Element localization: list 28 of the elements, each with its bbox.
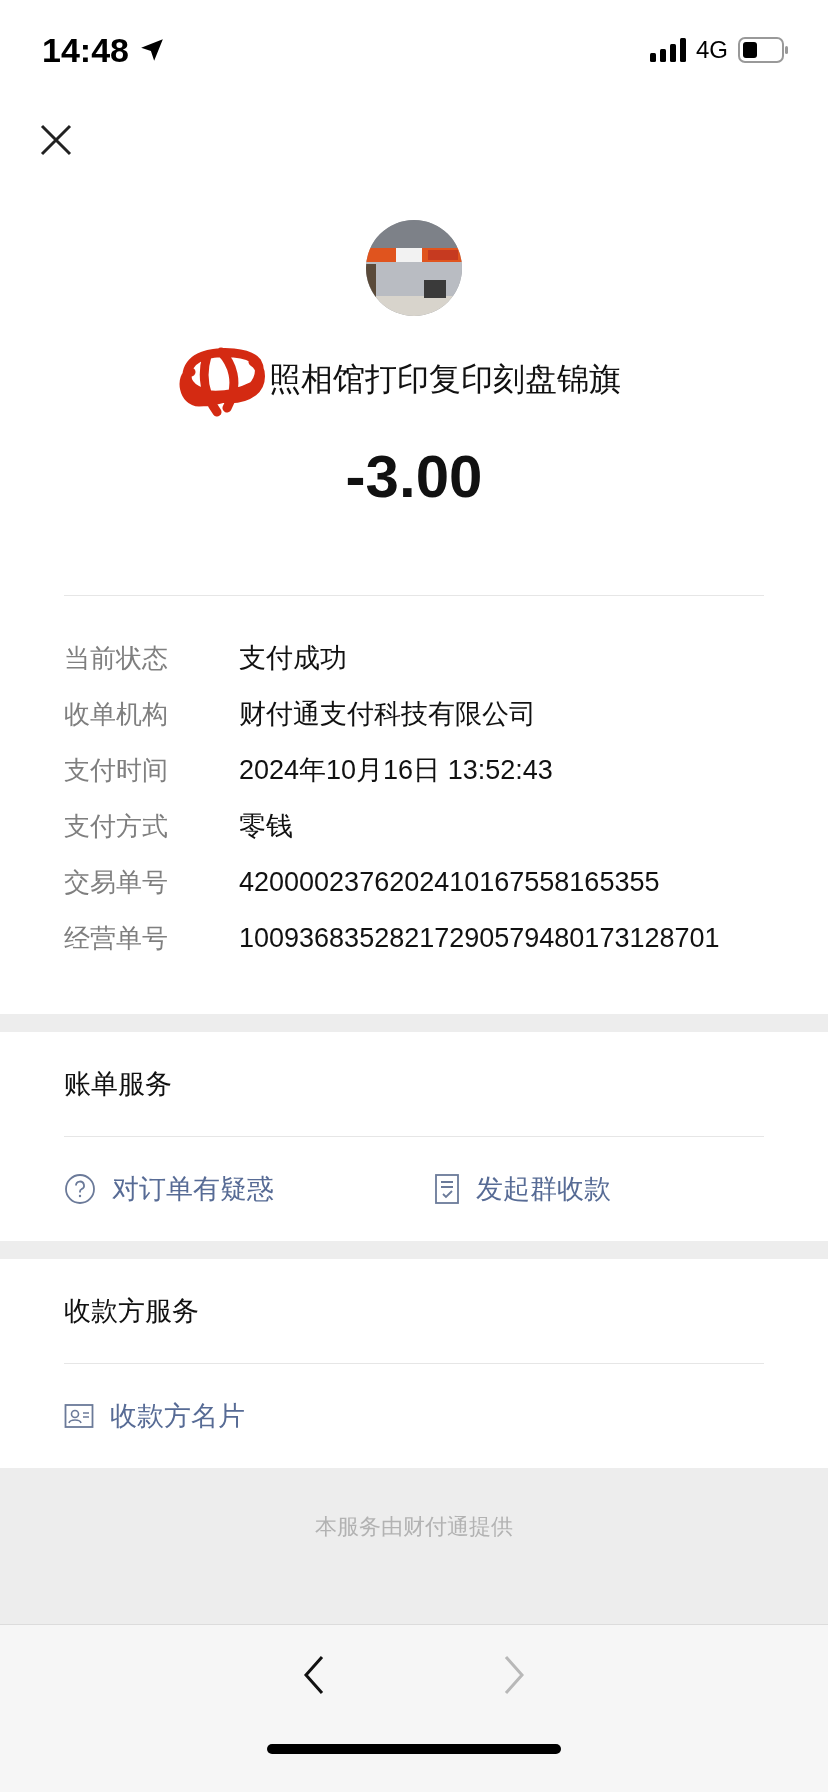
footer-note: 本服务由财付通提供 xyxy=(315,1513,513,1541)
signal-icon xyxy=(650,38,686,62)
contact-card-icon xyxy=(64,1403,94,1429)
service-link[interactable]: 收款方名片 xyxy=(64,1398,434,1434)
detail-value: 财付通支付科技有限公司 xyxy=(239,698,537,731)
section-title: 收款方服务 xyxy=(63,1294,200,1328)
close-button[interactable] xyxy=(38,122,74,158)
detail-value: 零钱 xyxy=(239,810,294,843)
question-icon xyxy=(64,1173,96,1205)
detail-label: 经营单号 xyxy=(64,921,169,955)
detail-value: 2024年10月16日 13:52:43 xyxy=(239,754,554,787)
detail-value: 支付成功 xyxy=(239,642,348,675)
detail-label: 支付方式 xyxy=(64,809,169,843)
network-label: 4G xyxy=(696,36,728,64)
detail-label: 当前状态 xyxy=(64,641,169,675)
service-link[interactable]: 对订单有疑惑 xyxy=(64,1171,434,1207)
section-title: 账单服务 xyxy=(63,1067,173,1101)
detail-value: 10093683528217290579480173128701 xyxy=(239,922,721,954)
detail-label: 收单机构 xyxy=(64,697,169,731)
detail-value: 4200002376202410167558165355 xyxy=(239,866,661,898)
detail-label: 交易单号 xyxy=(64,865,169,899)
service-link[interactable]: 发起群收款 xyxy=(434,1171,764,1207)
detail-label: 支付时间 xyxy=(64,753,169,787)
status-time: 14:48 xyxy=(42,30,129,70)
receipt-icon xyxy=(434,1173,460,1205)
battery-icon xyxy=(738,37,788,63)
amount: -3.00 xyxy=(345,442,483,511)
merchant-name: 照相馆打印复印刻盘锦旗 xyxy=(269,359,621,400)
